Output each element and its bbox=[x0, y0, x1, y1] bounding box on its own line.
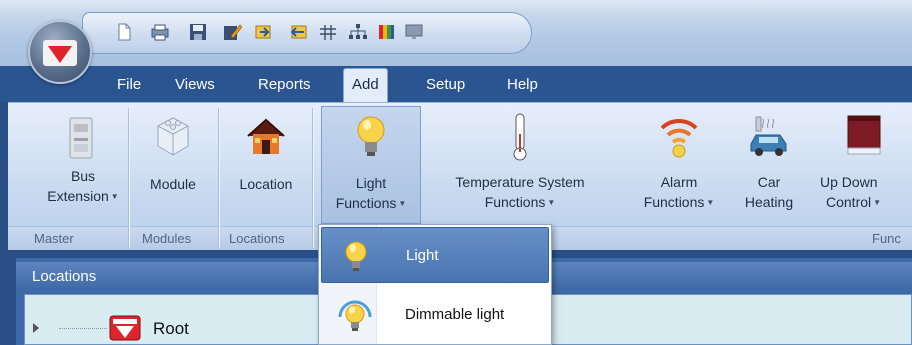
print-icon[interactable] bbox=[150, 23, 170, 41]
menu-item-light-label: Light bbox=[406, 247, 439, 264]
bus-extension-label-2: Extension ▼ bbox=[47, 188, 119, 204]
dimmable-bulb-icon bbox=[338, 300, 372, 331]
ribbon-separator bbox=[128, 108, 129, 248]
ribbon-separator bbox=[312, 108, 313, 248]
alarm-label-2: Functions ▼ bbox=[643, 194, 715, 210]
tab-file[interactable]: File bbox=[117, 76, 141, 93]
car-heating-label-1: Car bbox=[757, 174, 781, 190]
group-label-locations: Locations bbox=[229, 231, 285, 246]
module-icon bbox=[157, 117, 189, 156]
title-bar bbox=[0, 0, 912, 66]
ribbon-separator bbox=[218, 108, 219, 248]
monitor-icon[interactable] bbox=[404, 23, 424, 41]
light-functions-dropdown: Light Dimmable light bbox=[318, 224, 552, 345]
app-window: File Views Reports Add Setup Help Master… bbox=[0, 0, 912, 345]
export-icon[interactable] bbox=[288, 23, 308, 41]
menu-item-light[interactable]: Light bbox=[321, 227, 549, 283]
save-icon[interactable] bbox=[188, 23, 208, 41]
location-label: Location bbox=[239, 176, 293, 192]
car-heating-button[interactable]: Car Heating bbox=[735, 108, 803, 224]
up-down-control-button[interactable]: Up Down Control ▼ bbox=[812, 108, 912, 224]
root-logo-icon bbox=[109, 315, 141, 341]
car-icon bbox=[750, 116, 787, 156]
thermometer-icon bbox=[513, 113, 527, 161]
light-functions-label-2: Functions ▼ bbox=[335, 195, 407, 211]
logo-icon bbox=[43, 40, 77, 66]
bulb-icon bbox=[357, 116, 385, 156]
tab-help[interactable]: Help bbox=[507, 76, 538, 93]
module-label: Module bbox=[150, 176, 196, 192]
tree-item-root[interactable]: Root bbox=[153, 319, 189, 339]
house-icon bbox=[247, 118, 285, 154]
color-icon[interactable] bbox=[376, 23, 396, 41]
application-menu-button[interactable] bbox=[28, 20, 92, 84]
temperature-system-functions-button[interactable]: Temperature System Functions ▼ bbox=[428, 108, 612, 224]
car-heating-label-2: Heating bbox=[744, 194, 794, 210]
group-label-master: Master bbox=[34, 231, 74, 246]
menu-tab-bar: File Views Reports Add Setup Help bbox=[0, 66, 912, 102]
temperature-label-2: Functions ▼ bbox=[484, 194, 556, 210]
light-functions-button[interactable]: Light Functions ▼ bbox=[321, 106, 421, 224]
menu-item-dimmable-light[interactable]: Dimmable light bbox=[321, 287, 549, 343]
tab-views[interactable]: Views bbox=[175, 76, 215, 93]
menu-item-dimmable-light-label: Dimmable light bbox=[405, 306, 505, 323]
locations-panel-title: Locations bbox=[32, 268, 97, 285]
module-button[interactable]: Module bbox=[134, 108, 212, 224]
hierarchy-icon[interactable] bbox=[348, 23, 368, 41]
tab-setup[interactable]: Setup bbox=[426, 76, 465, 93]
alarm-label-1: Alarm bbox=[660, 174, 698, 190]
tree-connector bbox=[59, 328, 107, 329]
up-down-label-1: Up Down bbox=[820, 174, 878, 190]
network-icon[interactable] bbox=[318, 23, 338, 41]
new-document-icon[interactable] bbox=[114, 23, 134, 41]
blinds-icon bbox=[847, 115, 881, 155]
edit-icon[interactable] bbox=[222, 23, 242, 41]
bus-extension-icon bbox=[69, 117, 93, 159]
import-icon[interactable] bbox=[254, 23, 274, 41]
up-down-label-2: Control ▼ bbox=[826, 194, 882, 210]
bus-extension-label-1: Bus bbox=[70, 168, 96, 184]
tab-reports[interactable]: Reports bbox=[258, 76, 311, 93]
alarm-functions-button[interactable]: Alarm Functions ▼ bbox=[636, 108, 722, 224]
tab-add[interactable]: Add bbox=[343, 68, 388, 102]
group-label-modules: Modules bbox=[142, 231, 192, 246]
expand-arrow-icon[interactable] bbox=[33, 323, 39, 333]
location-button[interactable]: Location bbox=[224, 108, 308, 224]
temperature-label-1: Temperature System bbox=[455, 174, 585, 190]
light-functions-label-1: Light bbox=[355, 175, 387, 191]
bulb-icon bbox=[345, 241, 367, 271]
alarm-icon bbox=[660, 118, 698, 158]
bus-extension-button[interactable]: Bus Extension ▼ bbox=[42, 108, 124, 224]
group-label-functions: Func bbox=[872, 231, 901, 246]
